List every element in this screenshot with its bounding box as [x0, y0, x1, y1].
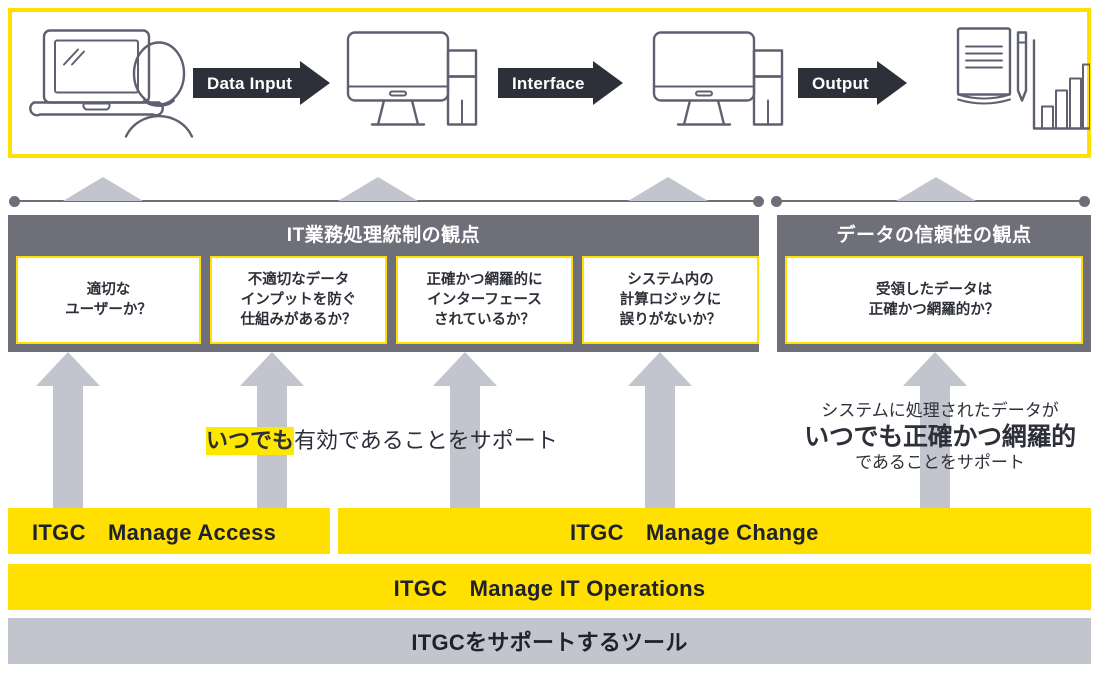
connector-dot: [753, 196, 764, 207]
perspective-title: IT業務処理統制の観点: [286, 225, 481, 246]
flow-arrow-interface: Interface: [498, 61, 623, 105]
support-text-line1: システムに処理されたデータが: [821, 401, 1059, 420]
arrow-head: [300, 61, 331, 105]
perspective-panel-it-application-controls: IT業務処理統制の観点 適切な ユーザーか？ 不適切なデータ インプットを防ぐ 仕組み…: [8, 215, 759, 352]
question-box: 受領したデータは 正確かつ網羅的か？: [785, 256, 1083, 344]
arrow-head: [592, 61, 623, 105]
question-text: 不適切なデータ インプットを防ぐ 仕組みがあるか？: [240, 272, 357, 328]
flow-arrow-label: Interface: [512, 73, 585, 93]
connector-arrow-up: [896, 177, 976, 201]
support-text-line3: であることをサポート: [855, 453, 1025, 473]
question-box: システム内の 計算ロジックに 誤りがないか？: [582, 256, 759, 344]
connector-arrow-up: [63, 177, 143, 201]
question-box: 不適切なデータ インプットを防ぐ 仕組みがあるか？: [210, 256, 387, 344]
laptop-user-icon: [22, 21, 197, 146]
flow-arrow-label: Data Input: [207, 73, 293, 93]
itgc-bar-support-tools: ITGCをサポートするツール: [8, 618, 1091, 664]
perspective-panel-data-reliability: データの信頼性の観点 受領したデータは 正確かつ網羅的か？: [777, 215, 1091, 352]
question-box: 適切な ユーザーか？: [16, 256, 201, 344]
support-arrow-up: [36, 352, 100, 508]
flow-arrow-label: Output: [812, 73, 869, 93]
question-text: システム内の 計算ロジックに 誤りがないか？: [619, 272, 722, 328]
support-text-left: いつでも有効であることをサポート: [206, 427, 558, 455]
itgc-bar-manage-it-operations: ITGC Manage IT Operations: [8, 564, 1091, 610]
itgc-bar-label: ITGC Manage Change: [570, 520, 819, 545]
flow-arrow-output: Output: [798, 61, 907, 105]
perspective-title: データの信頼性の観点: [836, 225, 1032, 246]
itgc-bar-label: ITGC Manage IT Operations: [393, 576, 706, 601]
question-text: 正確かつ網羅的に インターフェース されているか？: [426, 272, 543, 328]
support-arrow-up: [628, 352, 692, 508]
flow-arrow-data-input: Data Input: [193, 61, 331, 105]
connector-dot: [1079, 196, 1090, 207]
desktop-computer-icon: [648, 21, 788, 146]
system-flow-panel: Data Input Interface Output: [8, 8, 1092, 158]
diagram-canvas: Data Input Interface Output IT業務処理統制の観点 …: [0, 0, 1099, 674]
support-text-rest: 有効であることをサポート: [294, 428, 558, 453]
question-text: 受領したデータは 正確かつ網羅的か？: [868, 282, 1000, 318]
question-text: 適切な ユーザーか？: [65, 282, 152, 318]
desktop-computer-icon: [342, 21, 482, 146]
support-text-right: システムに処理されたデータが いつでも正確かつ網羅的 であることをサポート: [785, 400, 1095, 474]
question-box: 正確かつ網羅的に インターフェース されているか？: [396, 256, 573, 344]
support-text-highlight: いつでも: [206, 427, 295, 455]
itgc-bar-manage-access: ITGC Manage Access: [8, 508, 330, 554]
itgc-bar-label: ITGC Manage Access: [32, 520, 277, 545]
support-text-line2: いつでも正確かつ網羅的: [804, 423, 1076, 452]
itgc-bar-label: ITGCをサポートするツール: [411, 630, 688, 655]
arrow-head: [876, 61, 907, 105]
report-document-chart-icon: [950, 21, 1092, 146]
connector-arrow-up: [628, 177, 708, 201]
connector-arrow-up: [338, 177, 418, 201]
itgc-bar-manage-change: ITGC Manage Change: [338, 508, 1091, 554]
